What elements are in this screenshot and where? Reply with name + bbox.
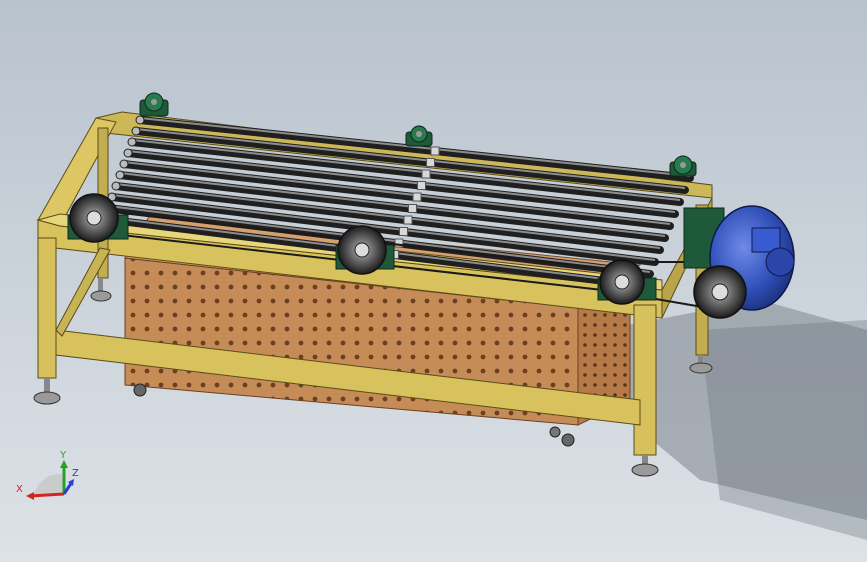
bearing-block: [405, 125, 433, 147]
roller-end-cap: [119, 159, 129, 169]
orientation-triad[interactable]: X Y Z: [14, 446, 84, 506]
roller-end-cap: [123, 148, 133, 158]
roller-coupling: [417, 181, 426, 190]
frame-leg-front-left: [37, 237, 57, 379]
roller-coupling: [403, 215, 413, 225]
triad-x-arrow-icon: [26, 492, 34, 500]
roller-coupling: [426, 158, 435, 167]
roller-coupling: [399, 227, 408, 236]
roller-end-cap: [135, 115, 145, 125]
caster-wheel: [133, 383, 147, 397]
triad-z-label: Z: [72, 468, 79, 479]
caster-wheel: [549, 426, 561, 438]
conveyor-model[interactable]: [0, 0, 867, 562]
triad-y-arrow-icon: [60, 460, 68, 468]
leveling-foot: [631, 455, 659, 477]
bearing-block: [669, 155, 697, 177]
roller-end-cap: [127, 137, 137, 147]
leveling-foot: [90, 278, 112, 302]
triad-plane-icon: [34, 473, 64, 494]
roller-coupling: [412, 192, 422, 202]
frame-leg-front-right: [633, 304, 657, 456]
roller-end-cap: [115, 170, 125, 180]
roller-end-cap: [131, 126, 141, 136]
roller-coupling: [430, 146, 440, 156]
bearing-block: [139, 92, 169, 117]
leveling-foot: [33, 378, 61, 405]
drive-motor[interactable]: [683, 205, 795, 319]
triad-x-label: X: [16, 484, 23, 495]
triad-x-axis: [29, 492, 65, 498]
motor-fan-cover: [765, 247, 795, 277]
roller-end-cap: [111, 181, 121, 191]
pulley[interactable]: [597, 259, 657, 305]
caster-wheel: [561, 433, 575, 447]
roller-coupling: [408, 204, 417, 213]
roller-coupling: [421, 169, 431, 179]
cad-viewport[interactable]: X Y Z: [0, 0, 867, 562]
ground-shadow-soft: [700, 320, 867, 540]
triad-y-label: Y: [59, 450, 67, 461]
